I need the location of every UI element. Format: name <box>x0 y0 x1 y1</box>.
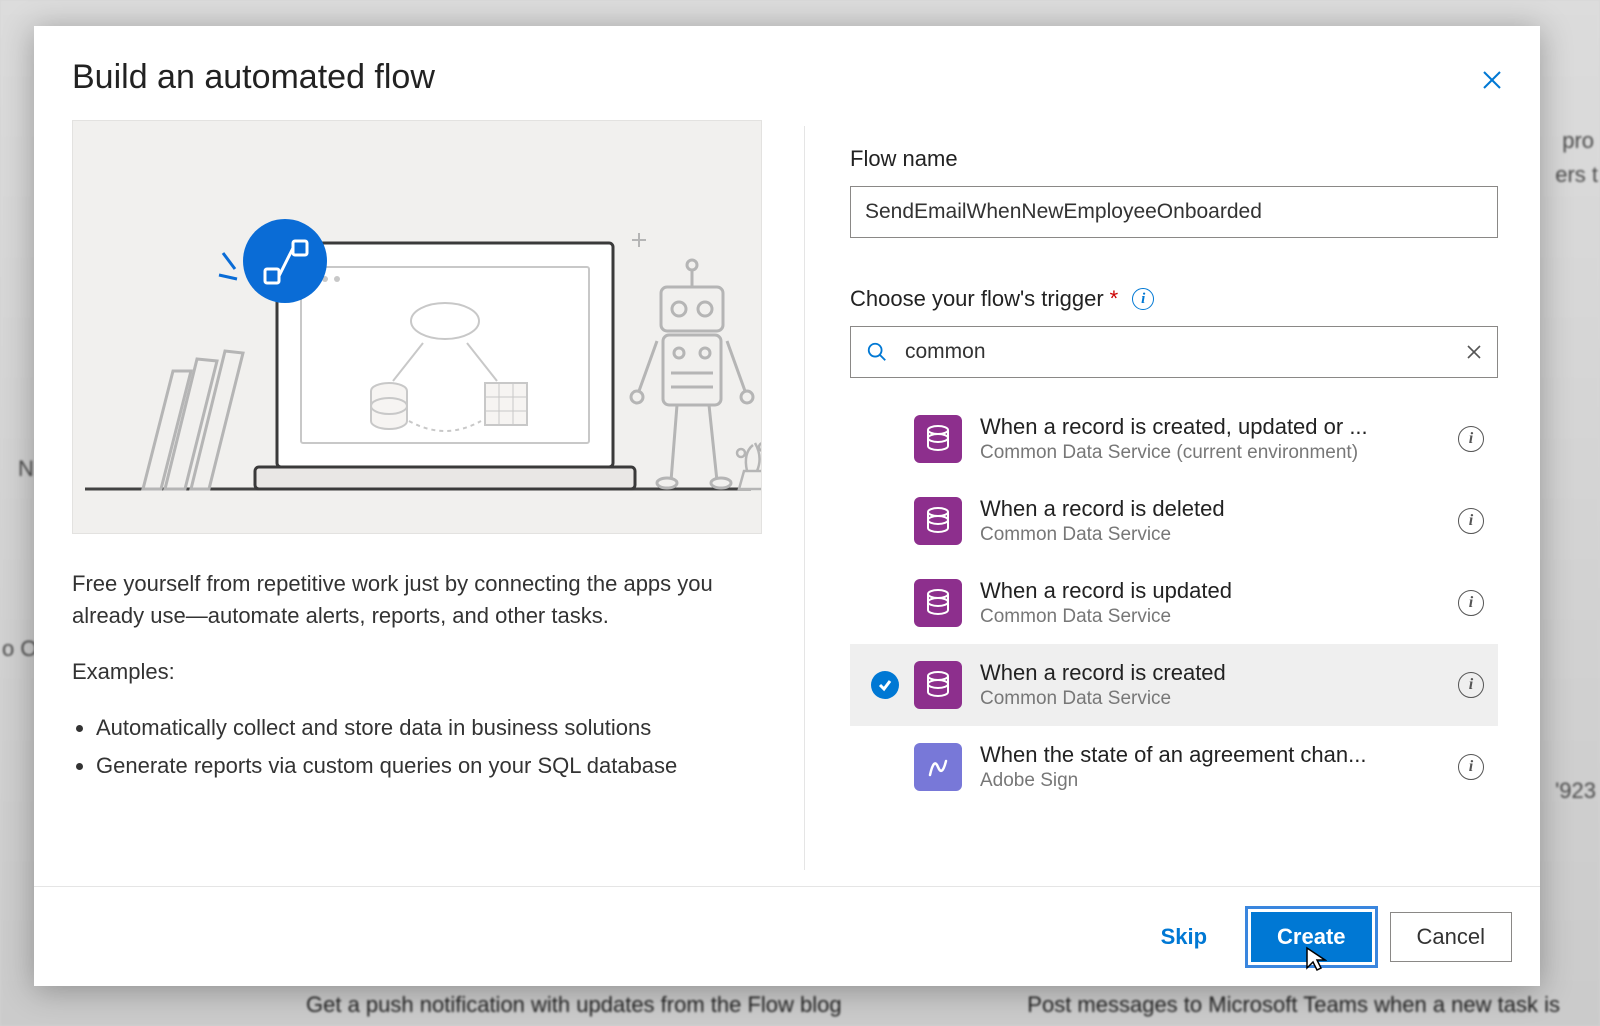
trigger-title: When a record is deleted <box>980 496 1446 522</box>
cursor-icon <box>1305 946 1327 972</box>
trigger-info-icon[interactable]: i <box>1458 508 1484 534</box>
description-block: Free yourself from repetitive work just … <box>72 568 762 781</box>
trigger-labels: When a record is updatedCommon Data Serv… <box>980 578 1446 628</box>
bg-frag: ers t <box>1555 162 1598 188</box>
trigger-info-icon[interactable]: i <box>1458 754 1484 780</box>
trigger-connector-name: Common Data Service (current environment… <box>980 442 1446 464</box>
trigger-labels: When a record is createdCommon Data Serv… <box>980 660 1446 710</box>
bg-frag: Post messages to Microsoft Teams when a … <box>1027 992 1560 1018</box>
dialog-title: Build an automated flow <box>72 58 435 97</box>
automated-flow-dialog: Build an automated flow <box>34 26 1540 986</box>
trigger-label: Choose your flow's trigger * i <box>850 286 1498 312</box>
trigger-row[interactable]: When a record is created, updated or ...… <box>850 398 1498 480</box>
clear-icon <box>1465 343 1483 361</box>
trigger-row[interactable]: When a record is updatedCommon Data Serv… <box>850 562 1498 644</box>
trigger-connector-name: Adobe Sign <box>980 770 1446 792</box>
bg-frag: '923 <box>1555 778 1596 804</box>
illustration-svg <box>73 121 762 534</box>
close-icon <box>1480 68 1504 92</box>
trigger-connector-name: Common Data Service <box>980 524 1446 546</box>
description-text: Free yourself from repetitive work just … <box>72 568 762 632</box>
examples-heading: Examples: <box>72 656 762 688</box>
adobe-sign-icon <box>914 743 962 791</box>
example-item: Automatically collect and store data in … <box>96 712 762 744</box>
info-icon[interactable]: i <box>1132 288 1154 310</box>
illustration <box>72 120 762 534</box>
flow-name-label: Flow name <box>850 146 1498 172</box>
trigger-info-icon[interactable]: i <box>1458 426 1484 452</box>
left-pane: Free yourself from repetitive work just … <box>72 120 762 787</box>
trigger-info-icon[interactable]: i <box>1458 590 1484 616</box>
create-button[interactable]: Create <box>1251 912 1371 962</box>
common-data-service-icon <box>914 579 962 627</box>
search-icon <box>866 341 888 363</box>
trigger-list: When a record is created, updated or ...… <box>850 398 1498 808</box>
vertical-divider <box>804 126 805 870</box>
trigger-row[interactable]: When a record is createdCommon Data Serv… <box>850 644 1498 726</box>
flow-name-input[interactable] <box>850 186 1498 238</box>
trigger-labels: When the state of an agreement chan...Ad… <box>980 742 1446 792</box>
clear-search-button[interactable] <box>1464 342 1484 362</box>
trigger-connector-name: Common Data Service <box>980 688 1446 710</box>
trigger-title: When a record is created <box>980 660 1446 686</box>
close-button[interactable] <box>1478 66 1506 94</box>
trigger-labels: When a record is deletedCommon Data Serv… <box>980 496 1446 546</box>
trigger-row[interactable]: When a record is deletedCommon Data Serv… <box>850 480 1498 562</box>
trigger-title: When a record is updated <box>980 578 1446 604</box>
trigger-row[interactable]: When the state of an agreement chan...Ad… <box>850 726 1498 808</box>
trigger-title: When a record is created, updated or ... <box>980 414 1446 440</box>
common-data-service-icon <box>914 661 962 709</box>
cancel-button[interactable]: Cancel <box>1390 912 1512 962</box>
common-data-service-icon <box>914 497 962 545</box>
trigger-search-wrap <box>850 326 1498 378</box>
trigger-section: Choose your flow's trigger * i When a re… <box>850 286 1498 808</box>
example-item: Generate reports via custom queries on y… <box>96 750 762 782</box>
common-data-service-icon <box>914 415 962 463</box>
trigger-title: When the state of an agreement chan... <box>980 742 1446 768</box>
trigger-info-icon[interactable]: i <box>1458 672 1484 698</box>
dialog-footer: Skip Create Cancel <box>34 886 1540 986</box>
required-star: * <box>1110 286 1119 312</box>
bg-frag: pro <box>1562 128 1594 154</box>
trigger-labels: When a record is created, updated or ...… <box>980 414 1446 464</box>
skip-button[interactable]: Skip <box>1135 912 1233 962</box>
bg-frag: N <box>18 456 34 482</box>
trigger-connector-name: Common Data Service <box>980 606 1446 628</box>
radio-checked-icon <box>871 671 899 699</box>
right-pane: Flow name Choose your flow's trigger * i <box>850 146 1498 808</box>
trigger-search-input[interactable] <box>850 326 1498 378</box>
bg-frag: Get a push notification with updates fro… <box>306 992 842 1018</box>
radio-slot <box>856 671 914 699</box>
